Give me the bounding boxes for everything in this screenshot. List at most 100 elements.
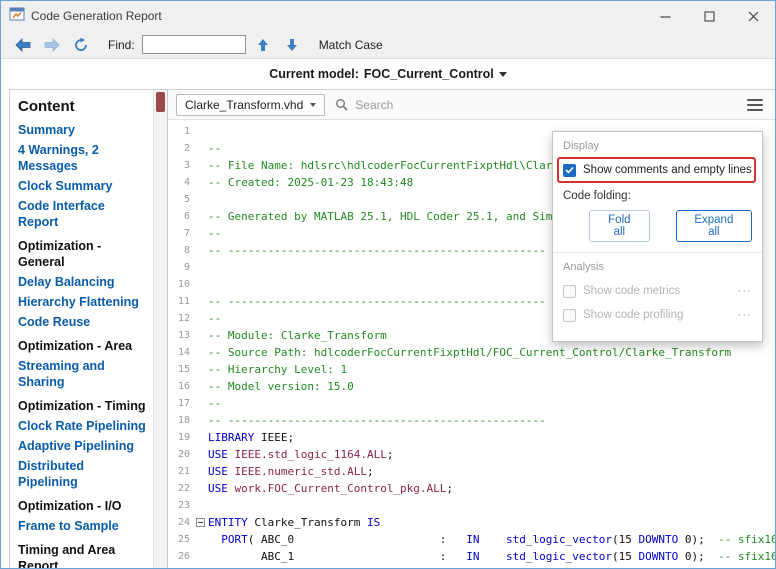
fold-gutter [194, 463, 208, 480]
line-number: 18 [168, 412, 194, 429]
sidebar-item[interactable]: Code Interface Report [18, 198, 147, 230]
sidebar-item[interactable]: Distributed Pipelining [18, 458, 147, 490]
sidebar-section-header: Optimization - General [18, 238, 147, 270]
file-name: Clarke_Transform.vhd [185, 98, 303, 112]
find-input[interactable] [142, 35, 246, 54]
sidebar-item[interactable]: Streaming and Sharing [18, 358, 147, 390]
search-icon [335, 98, 348, 111]
sidebar-item[interactable]: Clock Rate Pipelining [18, 418, 147, 434]
code-text: -- -------------------------------------… [208, 412, 546, 429]
code-text: -- Source Path: hdlcoderFocCurrentFixptH… [208, 344, 731, 361]
line-number: 17 [168, 395, 194, 412]
fold-gutter [194, 480, 208, 497]
find-next-button[interactable] [280, 34, 304, 56]
code-text: ENTITY Clarke_Transform IS [208, 514, 380, 531]
display-options-popup: Display Show comments and empty lines Co… [552, 131, 763, 342]
model-selector[interactable]: Current model: FOC_Current_Control [1, 59, 775, 89]
search-box[interactable] [335, 97, 473, 113]
code-text: -- [208, 225, 221, 242]
code-line: 16-- Model version: 15.0 [168, 378, 775, 395]
code-fold-toggle-icon[interactable] [196, 518, 205, 527]
code-line: 17-- [168, 395, 775, 412]
code-line: 26 ABC_1 : IN std_logic_vector(15 DOWNTO… [168, 548, 775, 565]
line-number: 23 [168, 497, 194, 514]
sidebar-item[interactable]: Frame to Sample [18, 518, 147, 534]
fold-gutter [194, 446, 208, 463]
refresh-button[interactable] [69, 34, 93, 56]
minimize-icon [660, 11, 671, 22]
sidebar-list: Summary 4 Warnings, 2 Messages Clock Summa… [18, 122, 147, 568]
fold-gutter [194, 259, 208, 276]
sidebar-item[interactable]: Clock Summary [18, 178, 147, 194]
line-number: 9 [168, 259, 194, 276]
back-arrow-icon [14, 38, 32, 52]
fold-gutter [194, 344, 208, 361]
maximize-icon [704, 11, 715, 22]
code-line: 15-- Hierarchy Level: 1 [168, 361, 775, 378]
sidebar-item[interactable]: 4 Warnings, 2 Messages [18, 142, 147, 174]
more-options-button[interactable]: ··· [738, 309, 753, 321]
fold-gutter [194, 276, 208, 293]
code-text: ABC_1 : IN std_logic_vector(15 DOWNTO 0)… [208, 548, 775, 565]
code-text: -- Generated by MATLAB 25.1, HDL Coder 2… [208, 208, 605, 225]
forward-button[interactable] [40, 34, 64, 56]
more-options-button[interactable]: ··· [738, 285, 753, 297]
sidebar-item[interactable]: Adaptive Pipelining [18, 438, 147, 454]
sidebar-scrollbar[interactable] [153, 90, 167, 568]
match-case-toggle[interactable]: Match Case [319, 38, 383, 52]
close-button[interactable] [731, 1, 775, 31]
line-number: 14 [168, 344, 194, 361]
checkbox-checked-icon[interactable] [563, 164, 576, 177]
expand-all-button[interactable]: Expand all [676, 210, 752, 242]
fold-all-button[interactable]: Fold all [589, 210, 650, 242]
sidebar-item[interactable]: Delay Balancing [18, 274, 147, 290]
code-toolbar: Clarke_Transform.vhd [168, 90, 775, 120]
sidebar-item[interactable]: Summary [18, 122, 147, 138]
file-selector[interactable]: Clarke_Transform.vhd [176, 94, 325, 116]
analysis-section-label: Analysis [563, 261, 752, 273]
code-text: -- Module: Clarke_Transform [208, 327, 387, 344]
show-comments-option[interactable]: Show comments and empty lines [563, 160, 752, 180]
arrow-down-icon [286, 38, 298, 52]
hamburger-icon [747, 99, 763, 101]
scrollbar-thumb[interactable] [156, 92, 165, 112]
sidebar-section-header: Timing and Area Report [18, 542, 147, 568]
code-text: -- [208, 140, 221, 157]
titlebar: Code Generation Report [1, 1, 775, 31]
fold-gutter [194, 208, 208, 225]
dropdown-caret-icon [499, 72, 507, 77]
code-text: -- [208, 310, 221, 327]
code-search-input[interactable] [353, 97, 473, 113]
fold-gutter [194, 514, 208, 531]
line-number: 6 [168, 208, 194, 225]
sidebar-section-header: Optimization - Timing [18, 398, 147, 414]
code-text: LIBRARY IEEE; [208, 429, 294, 446]
sidebar-item[interactable]: Hierarchy Flattening [18, 294, 147, 310]
code-text: -- File Name: hdlsrc\hdlcoderFocCurrentF… [208, 157, 599, 174]
fold-gutter [194, 242, 208, 259]
fold-gutter [194, 497, 208, 514]
code-line: 23 [168, 497, 775, 514]
menu-button[interactable] [747, 99, 763, 111]
line-number: 16 [168, 378, 194, 395]
code-line: 18 -- -----------------------------------… [168, 412, 775, 429]
sidebar-item[interactable]: Code Reuse [18, 314, 147, 330]
find-previous-button[interactable] [251, 34, 275, 56]
line-number: 10 [168, 276, 194, 293]
back-button[interactable] [11, 34, 35, 56]
fold-gutter [194, 123, 208, 140]
checkbox-unchecked-icon [563, 309, 576, 322]
checkbox-unchecked-icon [563, 285, 576, 298]
find-toolbar: Find: Match Case [1, 31, 775, 59]
app-icon [9, 6, 25, 27]
line-number: 5 [168, 191, 194, 208]
maximize-button[interactable] [687, 1, 731, 31]
line-number: 21 [168, 463, 194, 480]
show-comments-label: Show comments and empty lines [583, 164, 752, 176]
line-number: 12 [168, 310, 194, 327]
fold-gutter [194, 429, 208, 446]
minimize-button[interactable] [643, 1, 687, 31]
close-icon [748, 11, 759, 22]
code-folding-buttons: Fold all Expand all [589, 210, 752, 242]
show-metrics-label: Show code metrics [583, 285, 680, 297]
